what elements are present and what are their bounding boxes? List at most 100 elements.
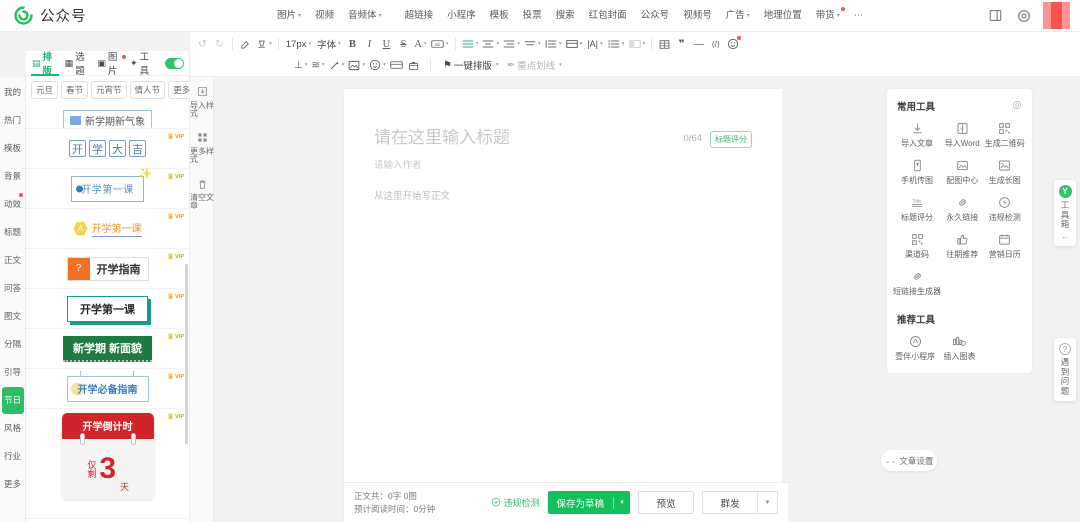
nav-item-vote[interactable]: 投票: [516, 7, 549, 25]
violation-check-button[interactable]: 违规检测: [491, 496, 540, 509]
list-button[interactable]: ▾: [606, 35, 627, 54]
tab-tools[interactable]: ✦ 工具: [129, 51, 156, 77]
rail-item-body[interactable]: 正文: [2, 247, 24, 274]
font-size-select[interactable]: 17px ▾: [283, 35, 314, 54]
gear-icon[interactable]: [1012, 100, 1022, 112]
template-list[interactable]: 新学期新气象 ♛ VIP 开 学 大 吉 ♛ VIP ✨ 开学第一课 ♛ VIP…: [26, 109, 189, 522]
editor-card[interactable]: 请在这里输入标题 0/64 标题评分 请输入作者 从这里开始写正文: [344, 89, 782, 522]
image-frame-button[interactable]: ▾: [346, 56, 367, 75]
help-dock-button[interactable]: ? 遇到问题: [1054, 338, 1076, 402]
nav-item-hyperlink[interactable]: 超链接: [398, 7, 441, 25]
tool-generate-qrcode[interactable]: 生成二维码: [984, 121, 1027, 148]
rail-item-guide[interactable]: 引导: [2, 359, 24, 386]
template-item-kaixue-diyike-hex[interactable]: ♛ VIP A 开学第一课: [26, 209, 189, 249]
tool-past-recommend[interactable]: 往期推荐: [941, 232, 984, 259]
template-item-kaixue-diyike-card[interactable]: ♛ VIP 开学第一课: [26, 289, 189, 329]
gift-button[interactable]: [405, 56, 422, 75]
avatar[interactable]: [1043, 2, 1070, 29]
rail-item-style[interactable]: 风格: [2, 415, 24, 442]
template-item-countdown[interactable]: ♛ VIP 开学倒计时 仅剩 3 天: [26, 409, 189, 519]
text-effect-button[interactable]: ≋ ▾: [309, 56, 326, 75]
tool-import-article[interactable]: 导入文章: [893, 121, 941, 148]
rail-item-template[interactable]: 模板: [2, 135, 24, 162]
nav-item-more[interactable]: ⋯: [847, 7, 871, 25]
rail-item-background[interactable]: 背景: [2, 163, 24, 190]
preview-button[interactable]: 预览: [638, 491, 694, 514]
nav-item-ads[interactable]: 广告 ▾: [719, 7, 757, 25]
rail-item-festival[interactable]: 节日: [1, 387, 24, 414]
tool-picture-center[interactable]: 配图中心: [941, 158, 984, 185]
filter-chip-yuanxiao[interactable]: 元宵节: [91, 81, 127, 99]
tool-import-word[interactable]: W 导入Word: [941, 121, 984, 148]
highlight-line-button[interactable]: ✒ 重点划线 ▾: [503, 57, 566, 73]
highlight-color-button[interactable]: ab ▾: [429, 35, 451, 54]
italic-button[interactable]: I: [361, 35, 378, 54]
magic-wand-button[interactable]: ▾: [327, 56, 347, 75]
toolbox-dock-button[interactable]: Y 工具箱 ←: [1054, 180, 1076, 246]
chevron-down-icon[interactable]: ▼: [614, 500, 630, 506]
nav-item-image[interactable]: 图片 ▾: [270, 7, 308, 25]
tool-violation-check[interactable]: 违规检测: [984, 195, 1027, 222]
line-height-button[interactable]: ▾: [543, 35, 564, 54]
rail-item-mine[interactable]: 我的: [2, 79, 24, 106]
tool-short-link[interactable]: 短链接生成器: [893, 269, 941, 296]
font-color-button[interactable]: A ▾: [412, 35, 429, 54]
nav-item-miniprogram[interactable]: 小程序: [440, 7, 483, 25]
import-style-button[interactable]: 导入样式: [190, 81, 214, 123]
strikethrough-button[interactable]: S: [395, 35, 412, 54]
send-button[interactable]: 群发 ▼: [702, 491, 778, 514]
rail-item-hot[interactable]: 热门: [2, 107, 24, 134]
nav-item-video[interactable]: 视频: [308, 7, 341, 25]
body-input[interactable]: 从这里开始写正文: [344, 171, 782, 202]
align-right-button[interactable]: ▾: [501, 35, 522, 54]
template-item-partial[interactable]: 新学期新气象: [26, 109, 189, 129]
tool-channel-qr[interactable]: 渠道码: [893, 232, 941, 259]
tab-images[interactable]: ▣ 图片: [96, 51, 127, 77]
tab-layout[interactable]: ▤ 排版: [31, 51, 59, 77]
sticker-button[interactable]: ▾: [367, 56, 388, 75]
filter-chip-qingren[interactable]: 情人节: [129, 81, 166, 99]
filter-chip-yuandan[interactable]: 元旦: [31, 81, 59, 99]
font-family-select[interactable]: 字体 ▾: [314, 35, 344, 54]
author-input[interactable]: 请输入作者: [344, 149, 782, 171]
clear-format-button[interactable]: ▾: [254, 35, 274, 54]
align-center-button[interactable]: ▾: [480, 35, 501, 54]
panel-toggle-switch[interactable]: [164, 57, 184, 69]
template-item-kaixue-bikan[interactable]: ♛ VIP 开学必备指南: [26, 369, 189, 409]
template-item-kaixue-diyike-bullet[interactable]: ♛ VIP ✨ 开学第一课: [26, 168, 189, 209]
filter-chip-chunjie[interactable]: 春节: [61, 81, 89, 99]
rail-item-industry[interactable]: 行业: [2, 443, 24, 470]
rail-item-more[interactable]: 更多: [2, 471, 24, 498]
rail-item-divider[interactable]: 分隔: [2, 331, 24, 358]
nav-item-audio[interactable]: 音频体 ▾: [341, 7, 389, 25]
table-button[interactable]: [656, 35, 673, 54]
tool-permanent-link[interactable]: 永久链接: [941, 195, 984, 222]
layout-panel-icon[interactable]: [985, 6, 1005, 26]
rail-item-imagetext[interactable]: 图文: [2, 303, 24, 330]
nav-item-template[interactable]: 模板: [483, 7, 516, 25]
auto-format-button[interactable]: ⚑ 一键排版 ▾: [439, 57, 503, 73]
tool-phone-upload[interactable]: 手机传图: [893, 158, 941, 185]
template-list-scrollbar[interactable]: [185, 264, 188, 444]
rail-item-animation[interactable]: 动效: [2, 191, 24, 218]
nav-item-channels[interactable]: 视频号: [676, 7, 719, 25]
title-input[interactable]: 请在这里输入标题: [374, 127, 676, 149]
tool-title-score[interactable]: Title 标题评分: [893, 195, 941, 222]
chevron-down-icon[interactable]: ▼: [757, 492, 777, 513]
template-item-kaixue-daji[interactable]: ♛ VIP 开 学 大 吉: [26, 129, 189, 169]
nav-item-redpacket-cover[interactable]: 红包封面: [582, 7, 634, 25]
rail-item-title[interactable]: 标题: [2, 219, 24, 246]
clear-article-button[interactable]: 清空文章: [190, 174, 214, 216]
title-score-button[interactable]: 标题评分: [710, 131, 752, 148]
margin-button[interactable]: ▾: [627, 35, 648, 54]
tool-insert-chart[interactable]: 插入图表: [937, 334, 981, 361]
tool-miniprogram[interactable]: 壹伴小程序: [893, 334, 937, 361]
article-settings-button[interactable]: ⌄⌄ 文章设置: [881, 450, 937, 471]
format-painter-icon[interactable]: [237, 35, 254, 54]
indent-button[interactable]: ▾: [564, 35, 585, 54]
tab-topics[interactable]: ▦ 选题: [64, 51, 92, 77]
tool-long-image[interactable]: 生成长图: [984, 158, 1027, 185]
nav-item-official-account[interactable]: 公众号: [634, 7, 677, 25]
undo-button[interactable]: ↺: [194, 35, 211, 54]
rail-item-qa[interactable]: 问答: [2, 275, 24, 302]
